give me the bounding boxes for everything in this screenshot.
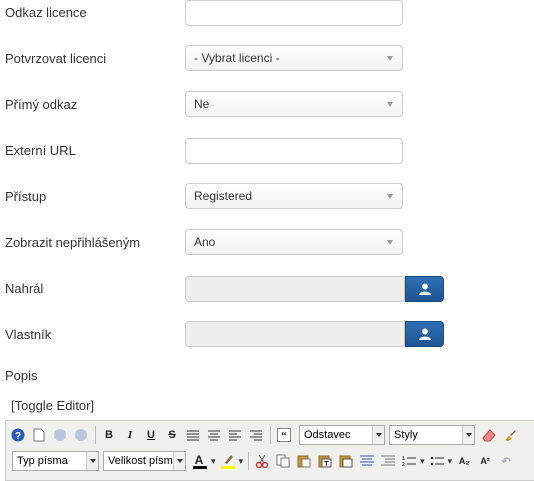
align-left-icon[interactable] — [225, 425, 245, 445]
svg-text:2: 2 — [402, 462, 405, 467]
special-character-icon[interactable]: ↶ — [496, 451, 516, 471]
cut-icon[interactable] — [252, 451, 272, 471]
pristup-select[interactable]: Registered — [185, 183, 403, 209]
highlight-color-icon[interactable] — [218, 451, 238, 471]
potvrzovat-licenci-select[interactable]: - Vybrat licenci - — [185, 45, 403, 71]
nahral-field — [185, 276, 405, 302]
user-icon — [419, 283, 431, 295]
nahral-select-user-button[interactable] — [405, 276, 444, 302]
paste-icon[interactable] — [294, 451, 314, 471]
paint-brush-icon[interactable] — [500, 425, 520, 445]
search-replace-icon[interactable] — [357, 451, 377, 471]
potvrzovat-licenci-label: Potvrzovat licenci — [5, 51, 107, 66]
chevron-down-icon[interactable]: ▾ — [420, 456, 425, 467]
chevron-down-icon — [387, 194, 393, 199]
vlastnik-field — [185, 321, 405, 347]
user-icon — [419, 328, 431, 340]
italic-button[interactable]: I — [120, 425, 140, 445]
bold-button[interactable]: B — [99, 425, 119, 445]
vlastnik-label: Vlastník — [5, 327, 52, 342]
editor-toolbar-row-2: Typ písma Velikost písma A ▾ ▾ T 12 ▾ ▾ … — [12, 450, 517, 472]
primy-odkaz-value: Ne — [194, 97, 210, 111]
document-icon[interactable] — [96, 477, 116, 480]
document-icon[interactable] — [75, 477, 95, 480]
numbered-list-icon[interactable]: 12 — [399, 451, 419, 471]
externi-url-label: Externí URL — [5, 143, 76, 158]
indent-icon[interactable] — [378, 451, 398, 471]
svg-text:↶: ↶ — [501, 456, 512, 468]
align-right-icon[interactable] — [246, 425, 266, 445]
editor-toolbar-row-1: ? B I U S “ Odstavec Styly — [8, 424, 521, 446]
redo-icon[interactable] — [71, 425, 91, 445]
table-icon[interactable] — [12, 477, 32, 480]
format-select[interactable]: Odstavec — [299, 425, 385, 445]
text-color-icon[interactable]: A — [190, 451, 210, 471]
image-icon[interactable] — [54, 477, 74, 480]
copy-icon[interactable] — [273, 451, 293, 471]
chevron-down-icon — [387, 56, 393, 61]
chevron-down-icon — [387, 240, 393, 245]
subscript-button[interactable]: A₂ — [454, 451, 474, 471]
vlastnik-select-user-button[interactable] — [405, 321, 444, 347]
underline-button[interactable]: U — [141, 425, 161, 445]
row-icon[interactable] — [33, 477, 53, 480]
primy-odkaz-label: Přímý odkaz — [5, 97, 78, 112]
editor-toolbar-row-3 — [12, 476, 138, 480]
pristup-label: Přístup — [5, 189, 47, 204]
svg-text:“: “ — [281, 430, 287, 442]
chevron-down-icon — [387, 102, 393, 107]
chevron-down-icon[interactable]: ▾ — [448, 456, 453, 467]
paste-text-icon[interactable]: T — [315, 451, 335, 471]
svg-text:T: T — [324, 461, 329, 468]
binoculars-icon[interactable] — [117, 477, 137, 480]
chevron-down-icon[interactable]: ▾ — [211, 456, 216, 467]
nahral-label: Nahrál — [5, 281, 44, 296]
styles-select[interactable]: Styly — [389, 425, 475, 445]
font-size-select[interactable]: Velikost písma — [103, 451, 186, 471]
chevron-down-icon[interactable]: ▾ — [239, 456, 244, 467]
toggle-editor-link[interactable]: [Toggle Editor] — [11, 398, 94, 413]
bullet-list-icon[interactable] — [427, 451, 447, 471]
font-family-select[interactable]: Typ písma — [12, 451, 99, 471]
strikethrough-button[interactable]: S — [162, 425, 182, 445]
blockquote-icon[interactable]: “ — [274, 425, 294, 445]
align-center-icon[interactable] — [204, 425, 224, 445]
odkaz-licence-input[interactable] — [185, 0, 403, 26]
pristup-value: Registered — [194, 189, 253, 203]
zobrazit-select[interactable]: Ano — [185, 229, 403, 255]
rich-text-editor: ? B I U S “ Odstavec Styly Typ písma Vel… — [5, 420, 534, 481]
undo-icon[interactable] — [50, 425, 70, 445]
potvrzovat-licenci-value: - Vybrat licenci - — [194, 51, 280, 65]
primy-odkaz-select[interactable]: Ne — [185, 91, 403, 117]
superscript-button[interactable]: A² — [475, 451, 495, 471]
zobrazit-value: Ano — [194, 235, 216, 249]
popis-label: Popis — [5, 368, 38, 383]
align-justify-icon[interactable] — [183, 425, 203, 445]
eraser-icon[interactable] — [479, 425, 499, 445]
paste-word-icon[interactable] — [336, 451, 356, 471]
externi-url-input[interactable] — [185, 138, 403, 164]
zobrazit-label: Zobrazit nepřihlášeným — [5, 235, 141, 250]
new-document-icon[interactable] — [29, 425, 49, 445]
svg-text:A: A — [195, 453, 204, 467]
svg-text:?: ? — [15, 431, 21, 442]
odkaz-licence-label: Odkaz licence — [5, 5, 87, 20]
help-icon[interactable]: ? — [8, 425, 28, 445]
